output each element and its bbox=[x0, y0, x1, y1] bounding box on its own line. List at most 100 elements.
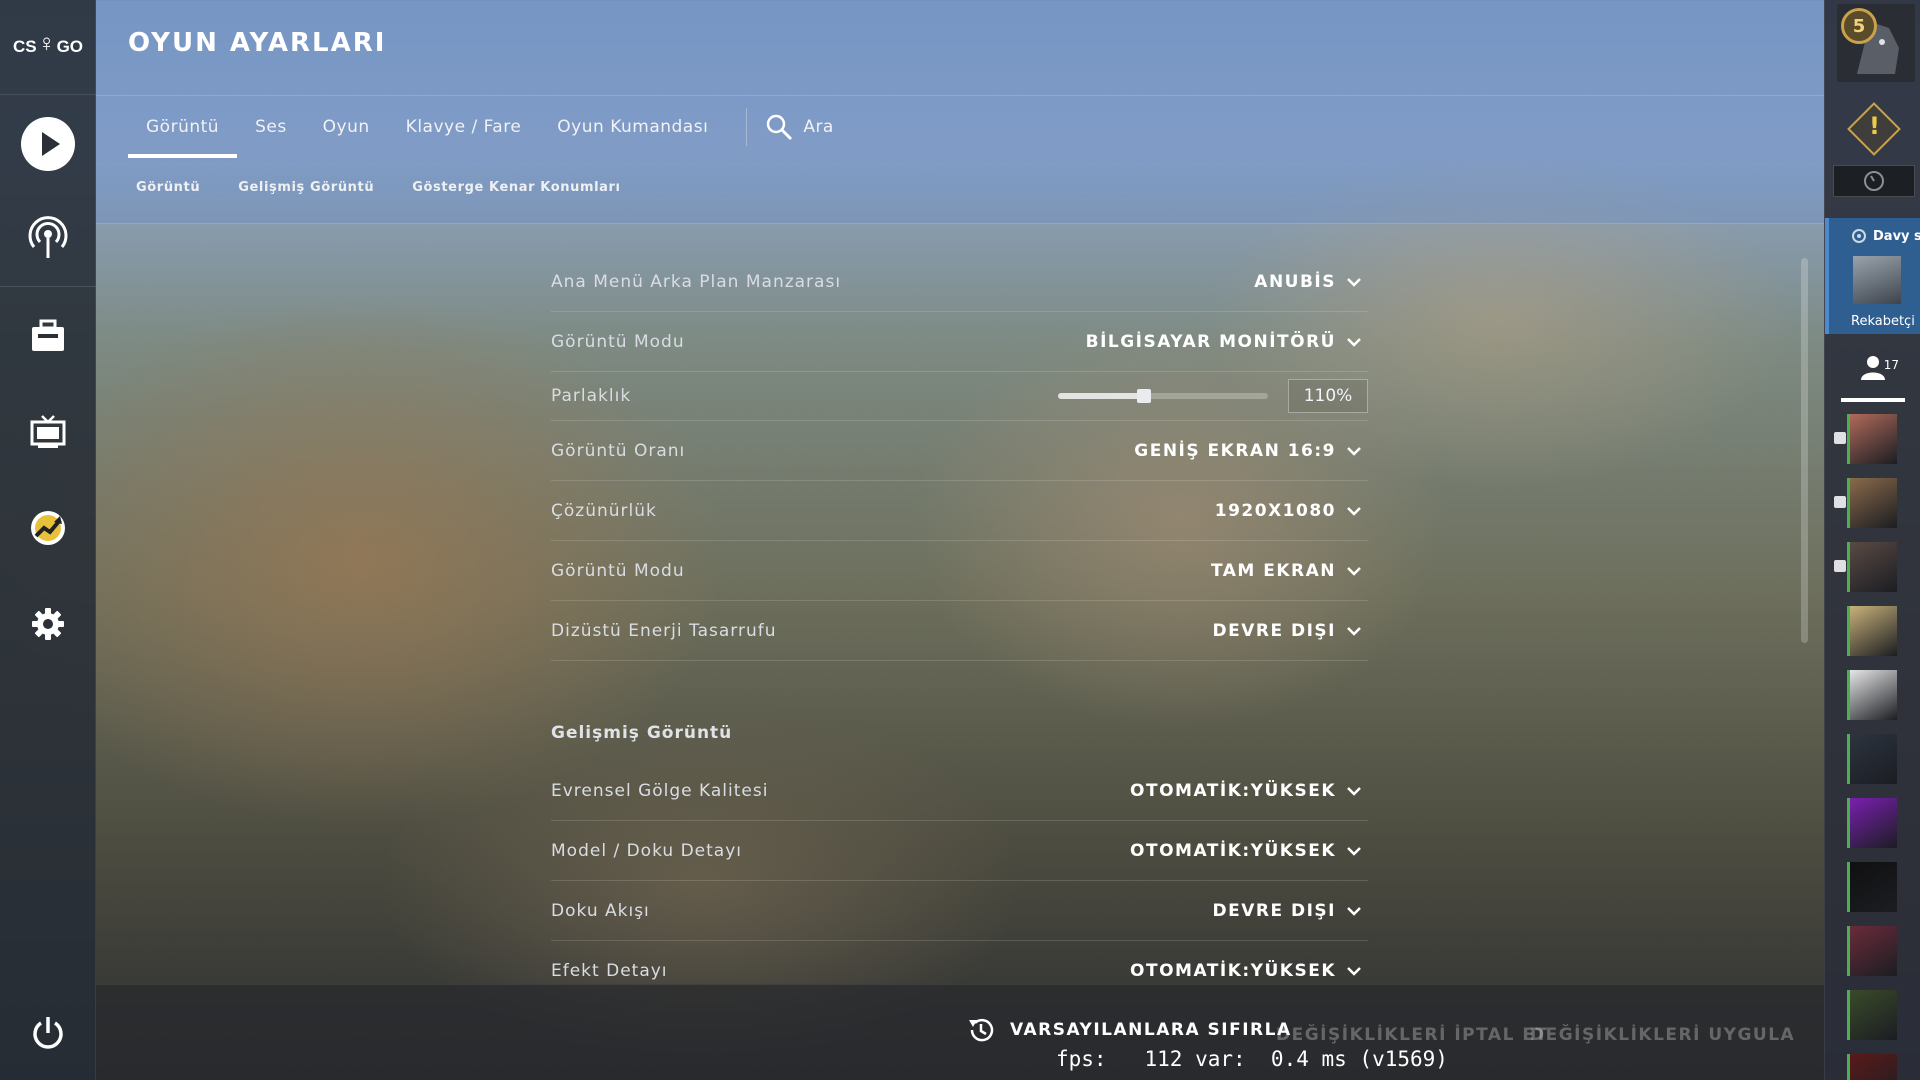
friend-avatar[interactable] bbox=[1847, 798, 1897, 848]
shadow-quality-dropdown[interactable]: OTOMATİK:YÜKSEK bbox=[1130, 781, 1368, 801]
friend-avatar-image bbox=[1850, 862, 1897, 912]
page-title: OYUN AYARLARI bbox=[128, 28, 387, 58]
setting-row-texture-streaming: Doku Akışı DEVRE DIŞI bbox=[551, 881, 1368, 941]
chevron-down-icon bbox=[1347, 506, 1361, 516]
setting-label: Model / Doku Detayı bbox=[551, 840, 742, 861]
chevron-down-icon bbox=[1347, 966, 1361, 976]
inventory-button[interactable] bbox=[18, 306, 78, 366]
friend-avatar[interactable] bbox=[1847, 606, 1897, 656]
setting-label: Doku Akışı bbox=[551, 900, 650, 921]
bottom-action-bar: VARSAYILANLARA SIFIRLA DEĞİŞİKLİKLERİ İP… bbox=[96, 984, 1824, 1080]
fps-readout: fps: 112 var: 0.4 ms (v1569) bbox=[1056, 1047, 1448, 1071]
setting-label: Evrensel Gölge Kalitesi bbox=[551, 780, 769, 801]
tab-keyboard-mouse[interactable]: Klavye / Fare bbox=[388, 96, 540, 158]
friend-avatar[interactable] bbox=[1847, 1054, 1897, 1080]
friend-avatar-image bbox=[1850, 926, 1897, 976]
cancel-changes-button[interactable]: DEĞİŞİKLİKLERİ İPTAL ET bbox=[1276, 1025, 1549, 1045]
search-button[interactable]: Ara bbox=[765, 96, 834, 158]
friend-avatar-image bbox=[1850, 414, 1897, 464]
friends-count: 17 bbox=[1883, 358, 1899, 372]
setting-row-brightness: Parlaklık 110% bbox=[551, 372, 1368, 421]
window-mode-dropdown[interactable]: TAM EKRAN bbox=[1211, 561, 1368, 581]
effect-detail-dropdown[interactable]: OTOMATİK:YÜKSEK bbox=[1130, 961, 1368, 981]
settings-scrollbar[interactable] bbox=[1801, 258, 1808, 643]
broadcast-icon bbox=[28, 216, 68, 258]
subtab-display[interactable]: Görüntü bbox=[136, 180, 200, 195]
friend-status-icon bbox=[1834, 560, 1846, 572]
operation-button[interactable] bbox=[18, 498, 78, 558]
friend-avatar[interactable] bbox=[1834, 414, 1897, 464]
party-leader-icon bbox=[1852, 229, 1866, 243]
aspect-ratio-dropdown[interactable]: GENİŞ EKRAN 16:9 bbox=[1134, 441, 1368, 461]
power-icon bbox=[33, 1017, 63, 1049]
chevron-down-icon bbox=[1347, 337, 1361, 347]
party-game-mode: Rekabetçi bbox=[1851, 314, 1915, 329]
friend-avatar-image bbox=[1850, 542, 1897, 592]
power-button[interactable] bbox=[18, 1002, 78, 1062]
dropdown-value: DEVRE DIŞI bbox=[1212, 620, 1336, 641]
friend-avatar[interactable] bbox=[1847, 926, 1897, 976]
dropdown-value: TAM EKRAN bbox=[1210, 560, 1336, 581]
display-mode-dropdown[interactable]: BİLGİSAYAR MONİTÖRÜ bbox=[1086, 332, 1368, 352]
subtab-hud-edge-positions[interactable]: Gösterge Kenar Konumları bbox=[412, 180, 620, 195]
party-card[interactable]: Davy s Rekabetçi bbox=[1825, 218, 1920, 334]
friend-avatar[interactable] bbox=[1834, 478, 1897, 528]
setting-label: Çözünürlük bbox=[551, 500, 657, 521]
friend-avatar[interactable] bbox=[1847, 990, 1897, 1040]
friend-avatar[interactable] bbox=[1847, 734, 1897, 784]
chevron-down-icon bbox=[1347, 566, 1361, 576]
operation-icon bbox=[31, 511, 65, 545]
right-sidebar: 5 ! Davy s Rekabetçi 17 bbox=[1824, 0, 1920, 1080]
friend-avatar[interactable] bbox=[1847, 670, 1897, 720]
watch-button[interactable] bbox=[18, 402, 78, 462]
reset-defaults-button[interactable]: VARSAYILANLARA SIFIRLA bbox=[966, 1015, 1292, 1045]
model-texture-detail-dropdown[interactable]: OTOMATİK:YÜKSEK bbox=[1130, 841, 1368, 861]
apply-changes-button[interactable]: DEĞİŞİKLİKLERİ UYGULA bbox=[1530, 1025, 1795, 1045]
laptop-power-saving-dropdown[interactable]: DEVRE DIŞI bbox=[1212, 621, 1368, 641]
rank-exclamation-icon: ! bbox=[1869, 112, 1880, 140]
search-icon bbox=[767, 114, 793, 141]
setting-label: Dizüstü Enerji Tasarrufu bbox=[551, 620, 777, 641]
tab-game[interactable]: Oyun bbox=[305, 96, 388, 158]
play-button[interactable] bbox=[18, 114, 78, 174]
dropdown-value: DEVRE DIŞI bbox=[1212, 900, 1336, 921]
friend-avatar[interactable] bbox=[1834, 542, 1897, 592]
slider-thumb[interactable] bbox=[1137, 389, 1152, 403]
watch-timer-button[interactable] bbox=[1833, 165, 1915, 197]
slider-fill bbox=[1058, 393, 1145, 399]
friends-tab[interactable]: 17 bbox=[1841, 352, 1905, 402]
advanced-display-heading: Gelişmiş Görüntü bbox=[551, 723, 733, 743]
broadcast-button[interactable] bbox=[18, 208, 78, 268]
csgo-logo[interactable]: CS ♀ GO bbox=[0, 0, 96, 95]
chevron-down-icon bbox=[1347, 446, 1361, 456]
setting-label: Görüntü Oranı bbox=[551, 440, 686, 461]
gear-icon bbox=[32, 608, 64, 640]
main-tabs: Görüntü Ses Oyun Klavye / Fare Oyun Kuma… bbox=[128, 96, 834, 158]
nav-divider bbox=[0, 286, 96, 287]
dropdown-value: ANUBİS bbox=[1254, 271, 1336, 292]
setting-row-display-mode: Görüntü Modu BİLGİSAYAR MONİTÖRÜ bbox=[551, 312, 1368, 372]
setting-row-effect-detail: Efekt Detayı OTOMATİK:YÜKSEK bbox=[551, 941, 1368, 984]
party-member-name: Davy s bbox=[1873, 228, 1920, 244]
friend-avatar[interactable] bbox=[1847, 862, 1897, 912]
profile-avatar[interactable]: 5 bbox=[1837, 4, 1915, 82]
subtab-advanced-display[interactable]: Gelişmiş Görüntü bbox=[238, 180, 374, 195]
party-member: Davy s bbox=[1851, 228, 1920, 244]
party-member-avatar bbox=[1853, 256, 1901, 304]
setting-row-resolution: Çözünürlük 1920X1080 bbox=[551, 481, 1368, 541]
dropdown-value: OTOMATİK:YÜKSEK bbox=[1130, 840, 1336, 861]
tab-controller[interactable]: Oyun Kumandası bbox=[539, 96, 726, 158]
chevron-down-icon bbox=[1347, 906, 1361, 916]
tab-audio[interactable]: Ses bbox=[237, 96, 305, 158]
background-dropdown[interactable]: ANUBİS bbox=[1254, 272, 1368, 292]
dropdown-value: GENİŞ EKRAN 16:9 bbox=[1134, 440, 1336, 461]
resolution-dropdown[interactable]: 1920X1080 bbox=[1215, 501, 1368, 521]
setting-row-aspect-ratio: Görüntü Oranı GENİŞ EKRAN 16:9 bbox=[551, 421, 1368, 481]
texture-streaming-dropdown[interactable]: DEVRE DIŞI bbox=[1212, 901, 1368, 921]
settings-button[interactable] bbox=[18, 594, 78, 654]
brightness-slider[interactable] bbox=[1058, 389, 1268, 403]
dropdown-value: OTOMATİK:YÜKSEK bbox=[1130, 780, 1336, 801]
friend-avatar-image bbox=[1850, 606, 1897, 656]
brightness-value-input[interactable]: 110% bbox=[1288, 379, 1368, 413]
tab-display[interactable]: Görüntü bbox=[128, 96, 238, 158]
